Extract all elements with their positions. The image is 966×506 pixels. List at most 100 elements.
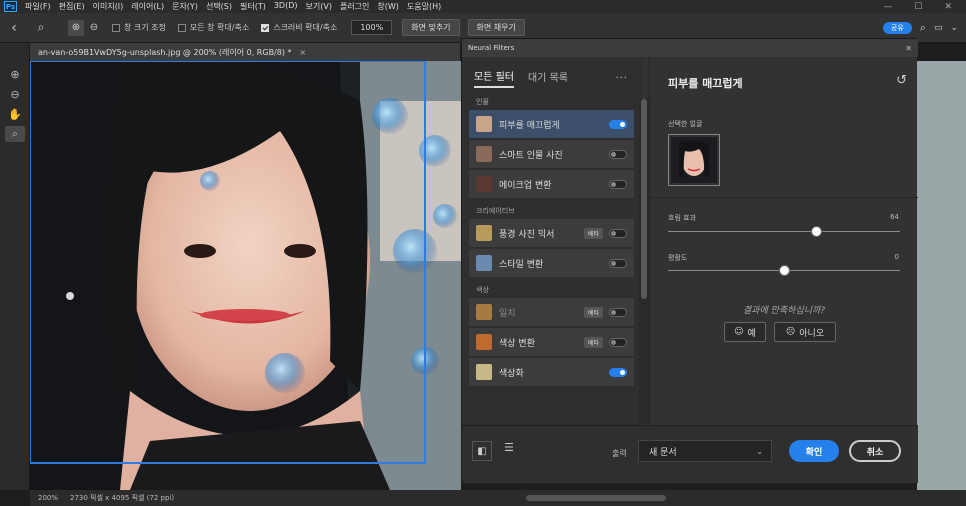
feedback-no-button[interactable]: ☹ 아니오 (774, 322, 836, 342)
zoom-value-field[interactable]: 100% (351, 20, 393, 35)
checkbox-checked-icon (261, 23, 270, 32)
fill-screen-button[interactable]: 화면 채우기 (467, 19, 525, 36)
layers-icon[interactable]: ☰ (504, 441, 514, 454)
hand-tool-icon[interactable]: ✋ (5, 106, 25, 122)
reset-icon[interactable]: ↺ (896, 73, 907, 88)
panel-chevron-icon[interactable]: ⌄ (950, 23, 958, 33)
blur-value: 64 (890, 213, 899, 221)
smile-icon: ☺ (734, 327, 744, 337)
document-tab[interactable]: an-van-o59B1VwDY5g-unsplash.jpg @ 200% (… (30, 43, 460, 61)
filter-toggle[interactable] (609, 119, 627, 129)
filter-thumbnail-icon (476, 334, 492, 350)
menu-item[interactable]: 레이어(L) (127, 1, 168, 12)
menu-item[interactable]: 이미지(I) (89, 1, 128, 12)
menu-item[interactable]: 창(W) (373, 1, 403, 12)
zoom-out-icon[interactable]: ⊖ (86, 22, 102, 33)
filter-thumbnail-icon (476, 255, 492, 271)
filter-settings-panel: 피부를 매끄럽게 ↺ 선택한 얼굴 흐림 효과 64 평활도 0 결과에 만족하… (649, 57, 918, 425)
filter-toggle[interactable] (609, 228, 627, 238)
cancel-button[interactable]: 취소 (849, 440, 901, 462)
filter-toggle[interactable] (609, 149, 627, 159)
minimize-icon[interactable]: — (883, 2, 892, 12)
filter-item[interactable]: 색상 변환 베타 (469, 328, 634, 356)
search-icon[interactable]: ⌕ (920, 21, 926, 35)
ok-button[interactable]: 확인 (789, 440, 839, 462)
menu-item[interactable]: 문자(Y) (168, 1, 202, 12)
filter-toggle[interactable] (609, 367, 627, 377)
filter-toggle[interactable] (609, 307, 627, 317)
filter-label: 피부를 매끄럽게 (499, 120, 560, 131)
filter-thumbnail-icon (476, 364, 492, 380)
filter-item[interactable]: 피부를 매끄럽게 (469, 110, 634, 138)
zoom-in-icon[interactable]: ⊕ (68, 19, 84, 36)
canvas-image[interactable] (30, 61, 461, 490)
filter-item[interactable]: 메이크업 변환 (469, 170, 634, 198)
filter-item[interactable]: 스타일 변환 (469, 249, 634, 277)
close-tab-icon[interactable]: × (300, 48, 307, 57)
filter-toggle[interactable] (609, 258, 627, 268)
menu-item[interactable]: 3D(D) (270, 1, 302, 12)
filter-thumbnail-icon (476, 116, 492, 132)
dialog-footer: ◧ ☰ 출력 새 문서 ⌄ 확인 취소 (462, 425, 918, 483)
close-dialog-icon[interactable]: ✕ (905, 44, 912, 53)
output-select[interactable]: 새 문서 ⌄ (638, 440, 772, 462)
zoom-tool-icon[interactable]: ⌕ (5, 126, 25, 142)
scrubby-zoom-checkbox[interactable]: 스크러비 확대/축소 (261, 22, 337, 33)
blur-slider-knob[interactable] (811, 226, 823, 237)
tool-bar: ⊕ ⊖ ✋ ⌕ (0, 43, 30, 490)
menu-item[interactable]: 도움말(H) (403, 1, 445, 12)
divider (650, 197, 918, 198)
no-label: 아니오 (799, 328, 825, 339)
resize-window-label: 창 크기 조정 (124, 23, 166, 32)
smoothness-slider-knob[interactable] (779, 265, 790, 276)
filter-item[interactable]: 일치 베타 (469, 298, 634, 326)
blur-slider[interactable] (668, 226, 900, 238)
compare-view-icon[interactable]: ◧ (472, 441, 492, 461)
back-chevron-icon[interactable]: ‹ (0, 20, 28, 36)
zoom-all-checkbox[interactable]: 모든 창 확대/축소 (177, 22, 249, 33)
more-options-icon[interactable]: ··· (615, 73, 628, 84)
filter-item[interactable]: 색상화 (469, 358, 634, 386)
smoothness-slider[interactable] (668, 265, 900, 277)
smoothness-value: 0 (894, 253, 899, 261)
menu-items: 파일(F) 편집(E) 이미지(I) 레이어(L) 문자(Y) 선택(S) 필터(T) 3D(… (21, 1, 445, 12)
menu-item[interactable]: 플러그인 (336, 1, 373, 12)
feedback-yes-button[interactable]: ☺ 예 (724, 322, 766, 342)
filter-item[interactable]: 스마트 인물 사진 (469, 140, 634, 168)
menu-item[interactable]: 보기(V) (302, 1, 336, 12)
beta-badge: 베타 (583, 306, 603, 318)
filter-toggle[interactable] (609, 179, 627, 189)
menu-item[interactable]: 필터(T) (236, 1, 270, 12)
fit-screen-button[interactable]: 화면 맞추기 (402, 19, 460, 36)
scrollbar-thumb[interactable] (641, 99, 647, 299)
filter-settings-title: 피부를 매끄럽게 (668, 77, 743, 90)
menu-item[interactable]: 편집(E) (55, 1, 89, 12)
filter-list-scrollbar[interactable] (639, 99, 649, 424)
zoom-minus-tool-icon[interactable]: ⊖ (5, 86, 25, 102)
filter-item[interactable]: 풍경 사진 믹서 베타 (469, 219, 634, 247)
selected-face-thumbnail[interactable] (668, 134, 720, 186)
zoom-plus-tool-icon[interactable]: ⊕ (5, 66, 25, 82)
checkbox-icon (112, 23, 120, 32)
workspace-icon[interactable]: ▭ (934, 23, 943, 33)
menu-item[interactable]: 파일(F) (21, 1, 55, 12)
menu-bar: Ps 파일(F) 편집(E) 이미지(I) 레이어(L) 문자(Y) 선택(S) 필터(T)… (0, 0, 966, 13)
menu-item[interactable]: 선택(S) (202, 1, 236, 12)
tab-waitlist[interactable]: 대기 목록 (528, 69, 568, 87)
filter-thumbnail-icon (476, 304, 492, 320)
filter-toggle[interactable] (609, 337, 627, 347)
zoom-tool-icon[interactable]: ⌕ (28, 20, 54, 35)
filter-thumbnail-icon (476, 176, 492, 192)
horizontal-scrollbar[interactable] (526, 495, 666, 501)
checkbox-icon (177, 23, 186, 32)
yes-label: 예 (747, 328, 756, 339)
close-window-icon[interactable]: ✕ (944, 2, 952, 12)
maximize-icon[interactable]: ☐ (914, 2, 922, 12)
resize-window-checkbox[interactable]: 창 크기 조정 (112, 22, 166, 33)
share-button[interactable]: 공유 (882, 21, 912, 34)
selected-face-label: 선택한 얼굴 (668, 120, 703, 128)
tab-all-filters[interactable]: 모든 필터 (474, 68, 514, 88)
beta-badge: 베타 (583, 227, 603, 239)
filter-label: 일치 (499, 308, 516, 319)
